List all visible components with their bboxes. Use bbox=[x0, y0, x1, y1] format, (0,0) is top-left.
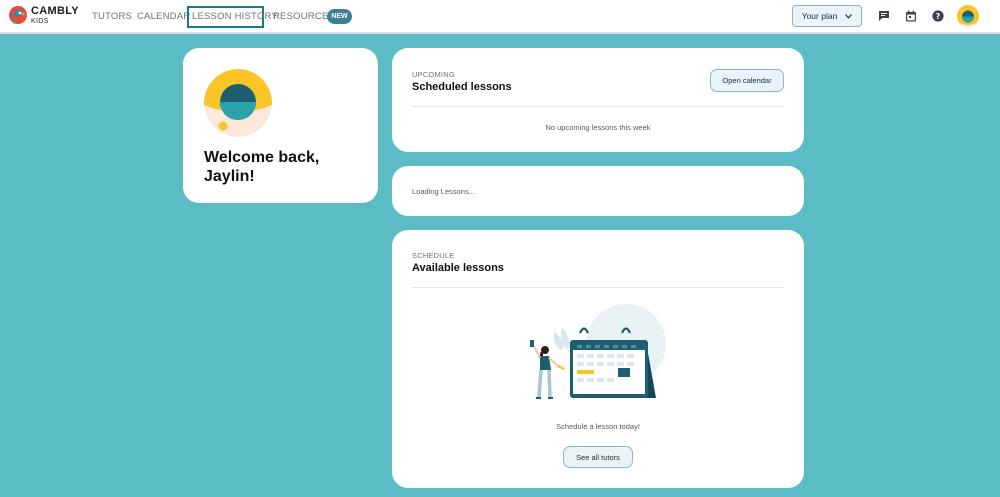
open-calendar-button[interactable]: Open calendar bbox=[710, 69, 784, 92]
divider bbox=[412, 106, 784, 107]
available-lessons-title: Available lessons bbox=[412, 262, 504, 274]
user-avatar[interactable] bbox=[957, 5, 979, 27]
upcoming-lessons-card: UPCOMING Scheduled lessons Open calendar… bbox=[392, 48, 804, 152]
scheduled-lessons-title: Scheduled lessons bbox=[412, 81, 512, 93]
calendar-icon[interactable] bbox=[905, 10, 917, 22]
upcoming-eyebrow: UPCOMING bbox=[412, 70, 455, 79]
calendar-illustration bbox=[530, 304, 666, 399]
chevron-down-icon bbox=[845, 13, 853, 19]
schedule-prompt-text: Schedule a lesson today! bbox=[556, 422, 640, 431]
lessons-loading-card: Loading Lessons... bbox=[392, 166, 804, 216]
cambly-kids-logo[interactable]: CAMBLY KIDS bbox=[8, 5, 79, 25]
chat-icon[interactable] bbox=[878, 10, 890, 22]
divider bbox=[412, 287, 784, 288]
profile-avatar bbox=[204, 69, 272, 137]
schedule-eyebrow: SCHEDULE bbox=[412, 251, 455, 260]
top-navigation-bar: CAMBLY KIDS TUTORS CALENDAR LESSON HISTO… bbox=[0, 0, 1000, 34]
schedule-card: SCHEDULE Available lessons Schedule a le… bbox=[392, 230, 804, 488]
nav-calendar[interactable]: CALENDAR bbox=[137, 11, 190, 22]
your-plan-label: Your plan bbox=[801, 11, 838, 21]
loading-lessons-text: Loading Lessons... bbox=[412, 187, 475, 196]
welcome-card: Welcome back, Jaylin! bbox=[183, 48, 378, 203]
new-badge: NEW bbox=[327, 9, 352, 24]
help-icon[interactable]: ? bbox=[932, 10, 944, 22]
logo-subtext: KIDS bbox=[31, 17, 49, 25]
your-plan-button[interactable]: Your plan bbox=[792, 5, 862, 27]
nav-tutors[interactable]: TUTORS bbox=[92, 11, 132, 22]
welcome-heading: Welcome back, Jaylin! bbox=[204, 149, 320, 185]
no-upcoming-lessons-text: No upcoming lessons this week bbox=[545, 123, 651, 132]
svg-text:?: ? bbox=[936, 12, 941, 21]
logo-text: CAMBLY bbox=[31, 4, 79, 17]
nav-resources[interactable]: RESOURCES bbox=[273, 11, 335, 22]
nav-lesson-history[interactable]: LESSON HISTORY bbox=[192, 11, 278, 22]
parrot-logo-icon bbox=[8, 5, 28, 25]
see-all-tutors-button[interactable]: See all tutors bbox=[563, 446, 633, 468]
